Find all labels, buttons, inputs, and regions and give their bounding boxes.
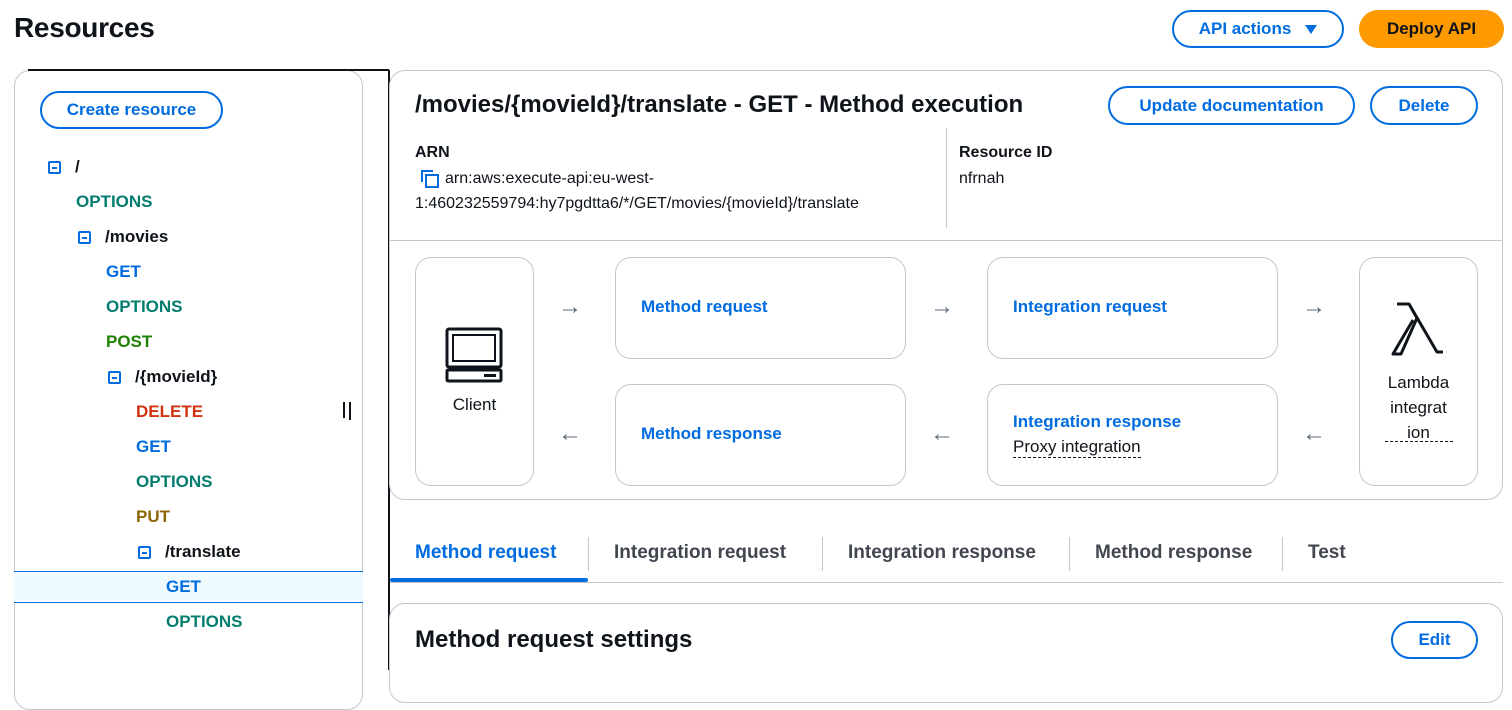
tree-method-get[interactable]: GET: [136, 435, 171, 459]
proxy-integration-label[interactable]: Proxy integration: [1013, 437, 1141, 458]
tab-test[interactable]: Test: [1308, 542, 1346, 564]
tree-node-label: /: [75, 157, 80, 176]
lambda-icon: [1391, 302, 1443, 356]
collapse-icon[interactable]: [48, 160, 61, 174]
lambda-label-underline: [1385, 441, 1453, 442]
tree-node-label: /movies: [105, 227, 169, 246]
tab-separator: [588, 537, 589, 571]
tab-separator: [1282, 537, 1283, 571]
tab-separator: [1069, 537, 1070, 571]
tree-method-options[interactable]: OPTIONS: [106, 295, 183, 319]
delete-button[interactable]: Delete: [1370, 86, 1478, 125]
tree-node-label: /translate: [165, 542, 241, 561]
update-documentation-button[interactable]: Update documentation: [1108, 86, 1355, 125]
caret-down-icon: [1305, 24, 1318, 34]
tab-integration-request[interactable]: Integration request: [614, 542, 786, 564]
method-request-link[interactable]: Method request: [641, 297, 768, 317]
active-tab-indicator: [390, 578, 588, 582]
tree-method-post[interactable]: POST: [106, 330, 152, 354]
arrow-left-icon: ←: [558, 420, 582, 447]
lambda-label-line: Lambda: [1387, 373, 1450, 392]
collapse-icon[interactable]: [108, 370, 121, 384]
panel-focus-border-top: [28, 69, 389, 71]
tab-separator: [822, 537, 823, 571]
arn-value-line2: 1:460232559794:hy7pgdtta6/*/GET/movies/{…: [415, 195, 859, 212]
page-title: Resources: [14, 12, 155, 43]
deploy-api-button[interactable]: Deploy API: [1359, 10, 1504, 48]
tree-node-root[interactable]: /: [48, 155, 80, 179]
tree-method-get-selected[interactable]: GET: [166, 575, 201, 599]
arrow-right-icon: →: [930, 293, 954, 320]
arrow-left-icon: ←: [930, 420, 954, 447]
create-resource-button[interactable]: Create resource: [40, 91, 223, 129]
collapse-icon[interactable]: [138, 545, 151, 559]
lambda-label-line: integrat: [1390, 398, 1447, 417]
integration-request-link[interactable]: Integration request: [1013, 297, 1167, 317]
method-request-settings-title: Method request settings: [415, 626, 693, 653]
arrow-right-icon: →: [558, 293, 582, 320]
collapse-icon[interactable]: [78, 230, 91, 244]
tab-method-request[interactable]: Method request: [415, 542, 556, 564]
section-divider: [390, 240, 1502, 241]
api-actions-button[interactable]: API actions: [1172, 10, 1344, 48]
laptop-icon: [445, 327, 503, 383]
resource-id-label: Resource ID: [959, 144, 1053, 161]
arn-label: ARN: [415, 144, 450, 161]
tree-method-get[interactable]: GET: [106, 260, 141, 284]
method-execution-title: /movies/{movieId}/translate - GET - Meth…: [415, 91, 1024, 118]
copy-icon[interactable]: [420, 169, 440, 189]
arn-value-line1: arn:aws:execute-api:eu-west-: [445, 170, 654, 187]
tree-node-movies[interactable]: /movies: [78, 225, 168, 249]
tree-method-options[interactable]: OPTIONS: [76, 190, 153, 214]
tree-method-options[interactable]: OPTIONS: [166, 610, 243, 634]
integration-response-link[interactable]: Integration response: [1013, 412, 1181, 432]
resource-id-value: nfrnah: [959, 170, 1005, 187]
tree-node-label: /{movieId}: [135, 367, 218, 386]
details-divider: [946, 128, 947, 228]
text-cursor-mark: [343, 402, 345, 418]
tree-method-delete[interactable]: DELETE: [136, 400, 203, 424]
integration-response-box[interactable]: [987, 384, 1278, 486]
api-actions-label: API actions: [1198, 19, 1292, 38]
method-response-link[interactable]: Method response: [641, 424, 782, 444]
client-label: Client: [452, 395, 497, 414]
arrow-right-icon: →: [1302, 293, 1326, 320]
arrow-left-icon: ←: [1302, 420, 1326, 447]
tree-method-options[interactable]: OPTIONS: [136, 470, 213, 494]
tabs-baseline: [390, 582, 1503, 583]
tree-method-put[interactable]: PUT: [136, 505, 170, 529]
lambda-integration-label[interactable]: Lambda integrat ion: [1359, 370, 1478, 445]
tree-node-movieid[interactable]: /{movieId}: [108, 365, 217, 389]
tab-integration-response[interactable]: Integration response: [848, 542, 1036, 564]
edit-button[interactable]: Edit: [1391, 621, 1478, 659]
tree-node-translate[interactable]: /translate: [138, 540, 241, 564]
text-cursor-mark: [349, 402, 351, 420]
tab-method-response[interactable]: Method response: [1095, 542, 1252, 564]
